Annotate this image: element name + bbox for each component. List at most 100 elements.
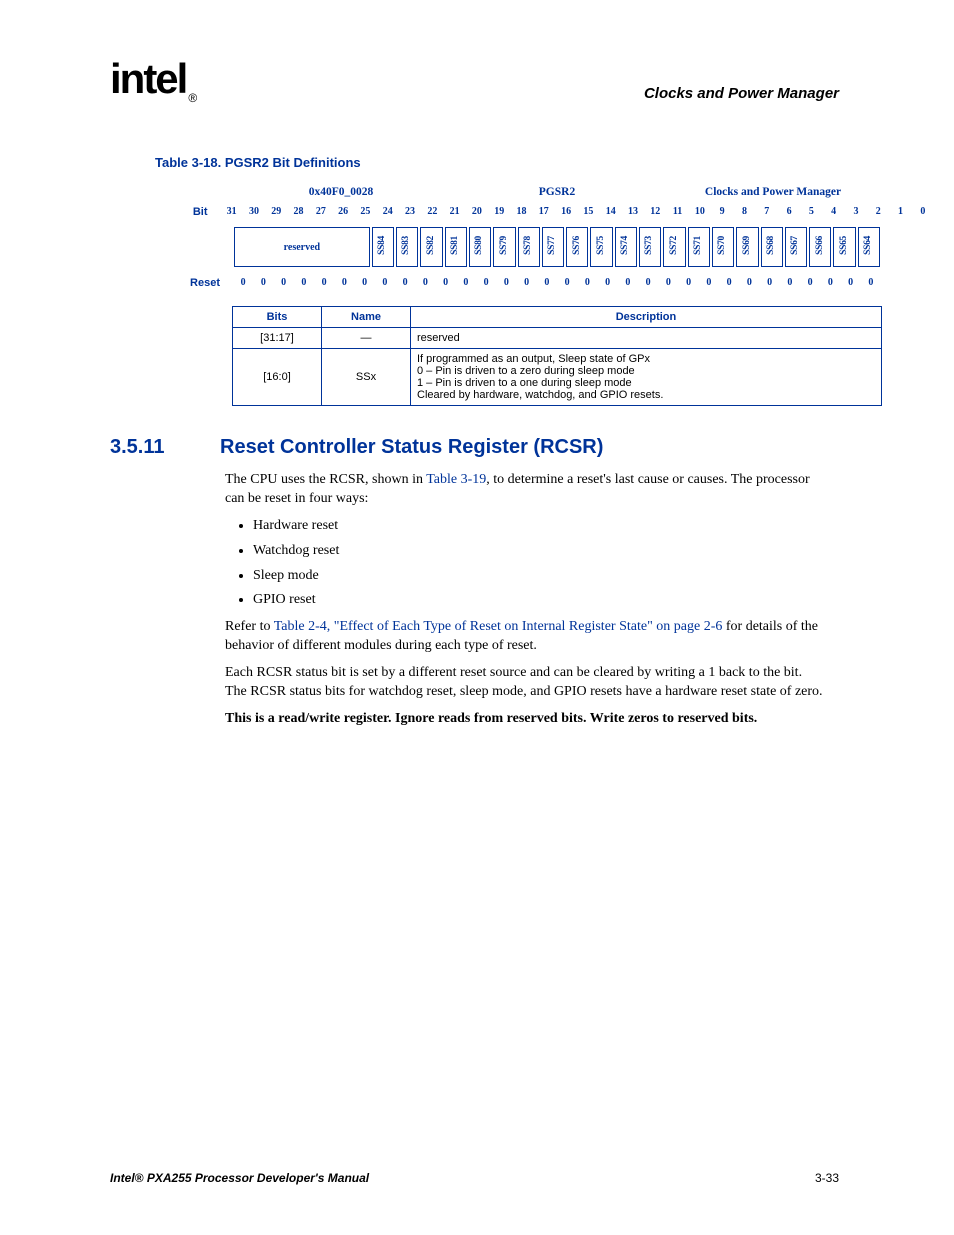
reset-value: 0	[558, 271, 576, 294]
reset-value: 0	[700, 271, 718, 294]
reset-value: 0	[275, 271, 293, 294]
intel-logo: intel®	[110, 55, 195, 105]
bit-number: 1	[890, 204, 910, 219]
bit-description-table: Bits Name Description [31:17] — reserved…	[232, 306, 882, 406]
bit-number: 17	[534, 204, 554, 219]
bit-field: SS76	[566, 227, 588, 267]
bit-number: 9	[712, 204, 732, 219]
bit-number: 12	[645, 204, 665, 219]
bit-field: SS79	[493, 227, 515, 267]
table-caption: Table 3-18. PGSR2 Bit Definitions	[155, 155, 844, 170]
bit-field: SS84	[372, 227, 394, 267]
reset-value: 0	[619, 271, 637, 294]
reset-value: 0	[761, 271, 779, 294]
reset-value: 0	[335, 271, 353, 294]
list-item: GPIO reset	[253, 591, 825, 610]
reset-value: 0	[477, 271, 495, 294]
bit-field: SS67	[785, 227, 807, 267]
reset-value: 0	[801, 271, 819, 294]
bit-field: SS70	[712, 227, 734, 267]
bit-number: 15	[578, 204, 598, 219]
bit-number: 21	[444, 204, 464, 219]
bit-number: 14	[601, 204, 621, 219]
list-item: Sleep mode	[253, 567, 825, 586]
reset-value: 0	[842, 271, 860, 294]
bit-number: 24	[378, 204, 398, 219]
reset-value: 0	[295, 271, 313, 294]
bit-number: 2	[868, 204, 888, 219]
bit-number: 7	[757, 204, 777, 219]
bullet-list: Hardware reset Watchdog reset Sleep mode GP…	[225, 517, 825, 611]
reset-value: 0	[396, 271, 414, 294]
bit-number: 22	[422, 204, 442, 219]
reset-value: 0	[356, 271, 374, 294]
paragraph: Refer to Table 2-4, "Effect of Each Type…	[225, 618, 825, 656]
bit-row-label: Bit	[175, 206, 220, 218]
bit-number: 5	[801, 204, 821, 219]
bit-number: 4	[824, 204, 844, 219]
reset-value: 0	[781, 271, 799, 294]
reset-value: 0	[639, 271, 657, 294]
col-bits: Bits	[233, 307, 322, 328]
table-3-19-link[interactable]: Table 3-19	[426, 472, 486, 487]
bit-number: 29	[266, 204, 286, 219]
paragraph: Each RCSR status bit is set by a differe…	[225, 664, 825, 702]
bit-field: SS73	[639, 227, 661, 267]
bit-field: SS65	[833, 227, 855, 267]
reg-address: 0x40F0_0028	[234, 184, 448, 200]
bit-number: 26	[333, 204, 353, 219]
reset-value: 0	[437, 271, 455, 294]
table-row: [16:0] SSx If programmed as an output, S…	[233, 349, 882, 406]
bit-number: 23	[400, 204, 420, 219]
page-header-section: Clocks and Power Manager	[644, 85, 839, 102]
bit-number: 25	[355, 204, 375, 219]
bit-number: 10	[690, 204, 710, 219]
reset-value: 0	[518, 271, 536, 294]
bit-number: 27	[311, 204, 331, 219]
paragraph: The CPU uses the RCSR, shown in Table 3-…	[225, 471, 825, 509]
bit-field: SS78	[518, 227, 540, 267]
bit-number: 20	[467, 204, 487, 219]
footer-title: Intel® PXA255 Processor Developer's Manu…	[110, 1171, 369, 1185]
bit-number: 19	[489, 204, 509, 219]
table-row: [31:17] — reserved	[233, 328, 882, 349]
reset-value: 0	[599, 271, 617, 294]
reset-row-label: Reset	[175, 277, 232, 289]
bit-number: 3	[846, 204, 866, 219]
reset-value: 0	[315, 271, 333, 294]
reset-value: 0	[497, 271, 515, 294]
bit-number: 6	[779, 204, 799, 219]
table-2-4-link[interactable]: Table 2-4, "Effect of Each Type of Reset…	[274, 619, 723, 634]
bit-field: SS69	[736, 227, 758, 267]
reset-value: 0	[254, 271, 272, 294]
bit-number: 0	[913, 204, 933, 219]
bit-number: 31	[222, 204, 242, 219]
bit-number: 11	[667, 204, 687, 219]
bit-number: 8	[734, 204, 754, 219]
col-desc: Description	[411, 307, 882, 328]
section-heading: 3.5.11Reset Controller Status Register (…	[110, 436, 844, 459]
reg-name: PGSR2	[450, 184, 664, 200]
list-item: Hardware reset	[253, 517, 825, 536]
bit-number: 16	[556, 204, 576, 219]
reserved-field: reserved	[234, 227, 370, 267]
reset-value: 0	[234, 271, 252, 294]
footer-page: 3-33	[815, 1171, 839, 1185]
bit-field: SS82	[420, 227, 442, 267]
reset-value: 0	[457, 271, 475, 294]
bit-field: SS68	[761, 227, 783, 267]
reset-value: 0	[659, 271, 677, 294]
list-item: Watchdog reset	[253, 542, 825, 561]
bit-field: SS75	[590, 227, 612, 267]
bit-field: SS83	[396, 227, 418, 267]
bit-number: 28	[288, 204, 308, 219]
reset-value: 0	[740, 271, 758, 294]
col-name: Name	[322, 307, 411, 328]
bit-field: SS66	[809, 227, 831, 267]
bit-field: SS72	[663, 227, 685, 267]
bit-number: 30	[244, 204, 264, 219]
reset-value: 0	[680, 271, 698, 294]
bit-field: SS80	[469, 227, 491, 267]
paragraph-rw-note: This is a read/write register. Ignore re…	[225, 710, 825, 729]
reset-value: 0	[538, 271, 556, 294]
